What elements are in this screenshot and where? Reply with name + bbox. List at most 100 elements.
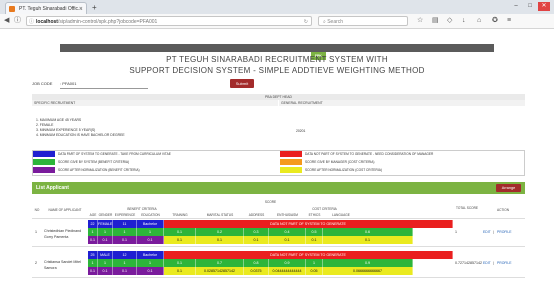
legend-swatch-purple — [33, 167, 55, 173]
url-host: localhost — [36, 19, 58, 25]
score-cost-cell: 1 — [306, 259, 323, 267]
score-benefit-cell: 1 — [98, 259, 113, 267]
score-benefit-cell: 1 — [88, 228, 98, 236]
norm-cost-cell: 0.05 — [306, 267, 323, 275]
legend-swatch-green — [33, 159, 55, 165]
table-divider — [32, 218, 525, 219]
norm-cost-cell: 0.1 — [269, 236, 306, 244]
app-menu: HOME JOB VACANCY NOTIFICATION PAGE STATI… — [60, 44, 494, 60]
reading-list-icon[interactable]: ▤ — [432, 16, 439, 26]
row-divider — [32, 246, 525, 247]
not-part-banner: DATA NOT PART OF SYSTEM TO GENERATE — [164, 220, 453, 228]
legend-label: DATA PART OF SYSTEM TO GENERATE - TAKE F… — [58, 152, 171, 156]
info-icon[interactable]: ⓘ — [14, 16, 21, 26]
score-cost-cell: 0.4 — [269, 228, 306, 236]
norm-benefit-cell: 0.1 — [137, 236, 164, 244]
job-code-label: JOB CODE — [32, 81, 53, 86]
norm-benefit-cell: 0.1 — [98, 236, 113, 244]
norm-cost-cell: 0.0444444444444 — [269, 267, 306, 275]
row-number: 1 — [35, 230, 37, 234]
extension-icon[interactable]: ✪ — [492, 16, 498, 26]
hamburger-menu-icon[interactable]: ≡ — [507, 16, 511, 26]
edit-link[interactable]: EDIT — [483, 230, 491, 234]
browser-tab[interactable]: PT. Teguh Sinarabadi Offic... ✕ — [5, 2, 87, 14]
norm-cost-cell: 0.1 — [323, 236, 413, 244]
norm-cost-cell: 0.0375 — [244, 267, 269, 275]
norm-cost-cell: 0.1 — [244, 236, 269, 244]
norm-cost-cell: 0.1 — [306, 236, 323, 244]
requirement-item: 4. MINIMUM EDUCATION IS HAVE BACHELOR DE… — [36, 133, 125, 137]
action-separator: | — [493, 261, 494, 265]
col-header-total: TOTAL SCORE — [455, 206, 479, 210]
total-score: 1 — [455, 230, 457, 234]
favicon-icon — [9, 6, 15, 12]
list-title: List Applicant — [36, 185, 69, 191]
search-input[interactable]: ⌕ Search — [318, 16, 408, 26]
tab-title: PT. Teguh Sinarabadi Offic... — [19, 6, 83, 12]
score-cost-cell: 0.9 — [323, 259, 413, 267]
close-window-icon[interactable]: ✕ — [538, 2, 550, 11]
row-divider — [32, 277, 525, 278]
norm-benefit-cell: 0.1 — [113, 267, 137, 275]
edit-link[interactable]: EDIT — [483, 261, 491, 265]
raw-cell: 22 — [88, 220, 98, 228]
norm-cost-cell: 0.1 — [196, 236, 244, 244]
site-info-icon: ⓘ — [29, 19, 35, 25]
pocket-icon[interactable]: ◇ — [447, 16, 452, 26]
arrange-button[interactable]: Arrange — [496, 184, 521, 192]
url-bar[interactable]: ⓘ localhost/sip/admin-control/spk.php?jo… — [26, 16, 312, 26]
reload-icon[interactable]: ↻ — [304, 17, 308, 27]
col-header-action: ACTION — [496, 208, 510, 212]
legend-swatch-orange — [280, 159, 302, 165]
applicant-name: Cristiansa Sandet Mitel Samora — [44, 260, 81, 270]
total-score: 0.727142857142 — [455, 261, 482, 265]
specific-requirements: 1. MAXIMUM AGE 45 YEARS 2. FEMALE 3. MIN… — [36, 118, 125, 138]
back-icon[interactable]: ◀ — [4, 16, 9, 26]
search-icon: ⌕ — [323, 19, 326, 25]
action-separator: | — [493, 230, 494, 234]
score-cost-cell: 0.3 — [244, 228, 269, 236]
score-cost-cell: 0.2 — [196, 228, 244, 236]
star-icon[interactable]: ☆ — [417, 16, 423, 26]
minimize-icon[interactable]: – — [510, 2, 522, 11]
browser-nav-bar: ◀ ⓘ ⓘ localhost/sip/admin-control/spk.ph… — [0, 14, 554, 29]
norm-benefit-cell: 0.1 — [88, 236, 98, 244]
col-header-name: NAME OF APPLICANT — [48, 208, 82, 212]
profile-link[interactable]: PROFILE — [497, 230, 512, 234]
job-code-input[interactable]: : PFA001 — [60, 80, 148, 89]
score-cost-cell: 0.1 — [164, 228, 196, 236]
score-benefit-cell: 1 — [98, 228, 113, 236]
home-icon[interactable]: ⌂ — [477, 16, 481, 26]
legend-swatch-yellow — [280, 167, 302, 173]
submit-button[interactable]: Submit — [230, 79, 254, 88]
raw-cell: 11 — [113, 220, 137, 228]
download-icon[interactable]: ↓ — [462, 16, 466, 26]
norm-cost-cell: 0.02857142857142 — [196, 267, 244, 275]
score-cost-cell: 0.7 — [196, 259, 244, 267]
applicant-name: Christedhian Piedinand Gorry Pamenta — [44, 229, 82, 239]
score-cost-cell: 0.8 — [244, 259, 269, 267]
norm-benefit-cell: 0.1 — [113, 236, 137, 244]
raw-cell: FEMALE — [98, 220, 113, 228]
score-benefit-cell: 1 — [137, 228, 164, 236]
score-cost-cell: 0.5 — [306, 228, 323, 236]
raw-cell: Bachelor Degree — [137, 251, 164, 265]
legend-label: SCORE AFTER NORMALIZATION (BENEFIT CRITE… — [58, 168, 140, 172]
col-header-no: NO — [34, 208, 40, 212]
url-path: /sip/admin-control/spk.php?jobcode=PFA00… — [57, 19, 158, 25]
new-tab-button[interactable]: + — [92, 3, 97, 12]
score-benefit-cell: 1 — [137, 259, 164, 267]
norm-benefit-cell: 0.1 — [137, 267, 164, 275]
score-benefit-cell: 1 — [113, 228, 137, 236]
profile-link[interactable]: PROFILE — [497, 261, 512, 265]
general-requirement: 20201 — [296, 129, 306, 133]
row-number: 2 — [35, 261, 37, 265]
score-benefit-cell: 1 — [88, 259, 98, 267]
legend-swatch-red — [280, 151, 302, 157]
raw-cell: 12 — [113, 251, 137, 259]
not-part-banner: DATA NOT PART OF SYSTEM TO GENERATE — [164, 251, 453, 259]
maximize-icon[interactable]: □ — [524, 2, 536, 11]
score-cost-cell: 0.9 — [269, 259, 306, 267]
legend-label: DATA NOT PART OF SYSTEM TO GENERATE - NE… — [305, 152, 434, 156]
legend-label: SCORE GIVE BY SYSTEM (BENEFIT CRITERIA) — [58, 160, 130, 164]
